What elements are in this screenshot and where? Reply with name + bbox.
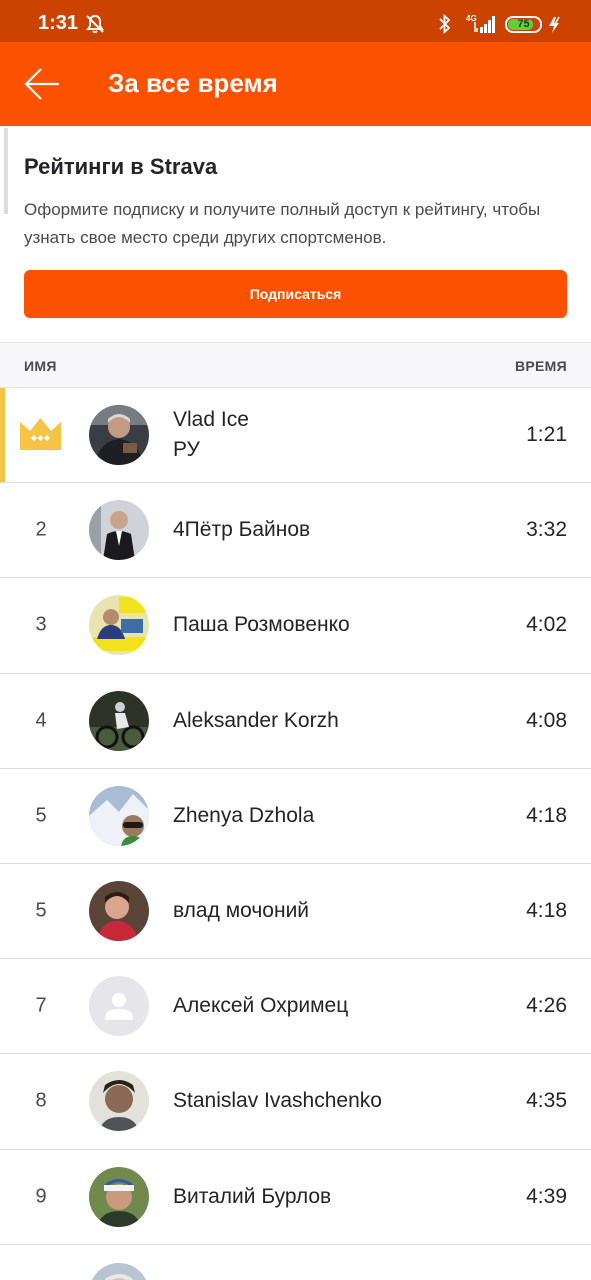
rank-number: 7	[35, 994, 47, 1017]
athlete-time: 4:18	[526, 899, 567, 923]
athlete-avatar	[89, 690, 149, 751]
athlete-subtitle: РУ	[173, 438, 200, 461]
signal-icon	[474, 16, 495, 33]
app-bar: За все время	[0, 42, 591, 126]
athlete-time: 4:02	[526, 613, 567, 637]
arrow-left-icon	[24, 68, 59, 100]
athlete-avatar	[89, 881, 149, 942]
leaderboard-header: ИМЯ ВРЕМЯ	[0, 342, 591, 388]
back-button[interactable]	[20, 62, 64, 106]
scroll-indicator	[4, 128, 8, 214]
rank-number: 9	[35, 1185, 47, 1208]
athlete-name: Vlad Ice	[173, 408, 249, 431]
athlete-avatar	[89, 1262, 149, 1280]
rank-number: 5	[35, 899, 47, 922]
page-title: За все время	[108, 68, 278, 98]
leaderboard-row[interactable]: 8 Stanislav Ivashchenko 4:35	[0, 1054, 591, 1150]
leaderboard-row[interactable]: 3 Паша Розмовенко 4:02	[0, 578, 591, 674]
subscription-promo: Рейтинги в Strava Оформите подписку и по…	[0, 126, 591, 342]
athlete-name: Aleksander Korzh	[173, 708, 339, 732]
rank-number: 2	[35, 518, 47, 541]
leaderboard-row[interactable]: Vlad Ice РУ 1:21	[0, 388, 591, 484]
athlete-avatar	[89, 500, 149, 561]
athlete-avatar	[89, 405, 149, 466]
leaderboard-row[interactable]: 7 Алексей Охримец 4:26	[0, 959, 591, 1055]
athlete-name: Алексей Охримец	[173, 994, 349, 1018]
status-time: 1:31	[38, 12, 79, 34]
athlete-time: 4:39	[526, 1184, 567, 1208]
rank-number: 8	[35, 1089, 47, 1112]
athlete-avatar	[89, 1166, 149, 1227]
athlete-name: 4Пётр Байнов	[173, 518, 311, 542]
athlete-time: 4:26	[526, 994, 567, 1018]
leaderboard-row[interactable]: 4 Aleksander Korzh 4:08	[0, 674, 591, 769]
athlete-time: 1:21	[526, 423, 567, 447]
subscribe-button[interactable]: Подписаться	[24, 270, 567, 318]
column-header-time: ВРЕМЯ	[514, 358, 567, 374]
athlete-avatar	[89, 1071, 149, 1132]
rank-number: 4	[35, 709, 47, 732]
bluetooth-icon	[439, 14, 451, 34]
mute-notifications-icon	[86, 14, 104, 34]
leaderboard-row[interactable]: 2 4Пётр Байнов 3:32	[0, 483, 591, 579]
athlete-avatar	[89, 595, 149, 656]
promo-title: Рейтинги в Strava	[24, 154, 218, 179]
leaderboard-row[interactable]: 5 влад мочоний 4:18	[0, 864, 591, 960]
athlete-time: 4:18	[526, 803, 567, 827]
battery-level: 75	[517, 18, 530, 30]
leaderboard-row[interactable]: 9 Виталий Бурлов 4:39	[0, 1150, 591, 1245]
rank-number: 5	[35, 804, 47, 827]
battery-indicator: 75	[505, 16, 542, 33]
athlete-name: Zhenya Dzhola	[173, 803, 315, 827]
athlete-name: Виталий Бурлов	[173, 1184, 332, 1208]
athlete-name: Stanislav Ivashchenko	[173, 1089, 382, 1113]
athlete-avatar	[89, 785, 149, 846]
status-bar: 1:31 4G 75	[0, 0, 591, 42]
leaderboard-row[interactable]	[0, 1245, 591, 1280]
rank-number: 3	[35, 613, 47, 636]
column-header-name: ИМЯ	[24, 358, 57, 374]
leaderboard-list: Vlad Ice РУ 1:21 2 4Пётр Байнов 3:32 3 П…	[0, 388, 591, 1280]
charging-icon	[549, 16, 560, 33]
athlete-time: 4:08	[526, 708, 567, 732]
athlete-time: 4:35	[526, 1089, 567, 1113]
default-avatar-icon	[89, 976, 149, 1037]
athlete-name: Паша Розмовенко	[173, 613, 350, 637]
athlete-name: влад мочоний	[173, 899, 310, 923]
promo-text: Оформите подписку и получите полный дост…	[24, 200, 541, 247]
crown-icon	[20, 418, 61, 450]
athlete-time: 3:32	[526, 518, 567, 542]
leaderboard-row[interactable]: 5 Zhenya Dzhola 4:18	[0, 769, 591, 864]
